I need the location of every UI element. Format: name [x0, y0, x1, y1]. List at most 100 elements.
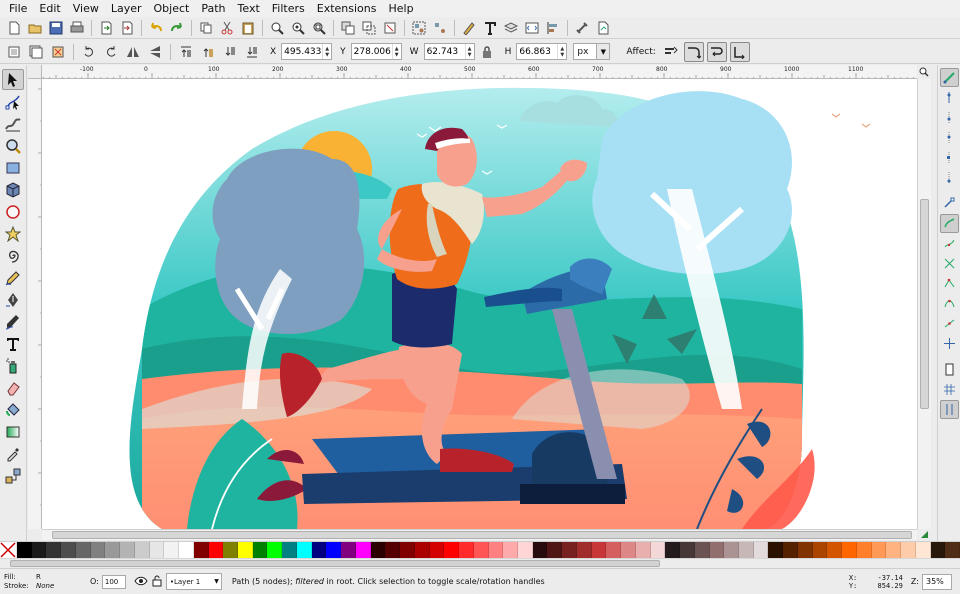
document-properties-icon[interactable]: [593, 18, 613, 38]
redo-icon[interactable]: [167, 18, 187, 38]
palette-swatch[interactable]: [827, 542, 843, 558]
palette-swatch[interactable]: [164, 542, 180, 558]
palette-swatch[interactable]: [680, 542, 695, 558]
palette-swatch[interactable]: [75, 542, 91, 558]
menu-edit[interactable]: Edit: [33, 0, 66, 17]
palette-swatch[interactable]: [606, 542, 622, 558]
snap-nodes-icon[interactable]: [939, 214, 959, 233]
palette-scrollbar[interactable]: [0, 558, 960, 568]
y-input[interactable]: [351, 44, 392, 59]
w-input[interactable]: [424, 44, 465, 59]
fill-stroke-indicator[interactable]: Fill: R Stroke: None: [0, 573, 80, 590]
scale-corners-button[interactable]: [683, 41, 704, 62]
palette-swatch[interactable]: [444, 542, 460, 558]
palette-swatch[interactable]: [90, 542, 106, 558]
x-input[interactable]: [282, 44, 323, 59]
layer-lock-icon[interactable]: [152, 575, 162, 589]
select-all-icon[interactable]: [4, 42, 24, 62]
palette-swatch[interactable]: [414, 542, 430, 558]
zoom-drawing-icon[interactable]: [288, 18, 308, 38]
palette-swatch[interactable]: [797, 542, 813, 558]
vertical-scrollbar[interactable]: [917, 79, 931, 529]
bucket-tool-icon[interactable]: [2, 399, 24, 420]
vertical-ruler[interactable]: [28, 79, 42, 529]
palette-swatch[interactable]: [355, 542, 371, 558]
rotate-cw-icon[interactable]: [101, 42, 121, 62]
palette-swatch[interactable]: [488, 542, 504, 558]
palette-swatch[interactable]: [120, 542, 135, 558]
palette-swatch[interactable]: [517, 542, 533, 558]
snap-bbox-icon[interactable]: [940, 88, 959, 107]
snap-paths-icon[interactable]: [940, 234, 959, 253]
palette-swatch[interactable]: [856, 542, 872, 558]
move-patterns-button[interactable]: [729, 41, 750, 62]
palette-swatch[interactable]: [400, 542, 415, 558]
scale-stroke-icon[interactable]: [661, 42, 681, 62]
paste-icon[interactable]: [238, 18, 258, 38]
palette-swatch[interactable]: [562, 542, 577, 558]
align-icon[interactable]: [543, 18, 563, 38]
selector-tool-icon[interactable]: [2, 69, 24, 90]
rectangle-tool-icon[interactable]: [2, 157, 24, 178]
unlink-clone-icon[interactable]: [380, 18, 400, 38]
palette-swatch[interactable]: [149, 542, 165, 558]
save-icon[interactable]: [46, 18, 66, 38]
horizontal-ruler[interactable]: -100 0 100 200 300 400 500 600 700 800 900 1000 1100: [42, 65, 917, 79]
layers-icon[interactable]: [501, 18, 521, 38]
dropper-tool-icon[interactable]: [2, 443, 24, 464]
lock-icon[interactable]: [477, 42, 497, 62]
palette-swatch[interactable]: [385, 542, 401, 558]
snap-bbox-midpoint-icon[interactable]: [940, 148, 959, 167]
snap-smooth-nodes-icon[interactable]: [940, 294, 959, 313]
node-tool-icon[interactable]: [2, 91, 24, 112]
snap-guide-icon[interactable]: [939, 400, 959, 419]
palette-swatch[interactable]: [134, 542, 150, 558]
zoom-page-icon[interactable]: [309, 18, 329, 38]
x-spinner[interactable]: ▲ ▼: [322, 44, 331, 59]
palette-swatch[interactable]: [621, 542, 636, 558]
menu-object[interactable]: Object: [148, 0, 196, 17]
palette-swatch[interactable]: [31, 542, 47, 558]
w-field[interactable]: ▲▼: [423, 43, 475, 60]
lower-icon[interactable]: [220, 42, 240, 62]
zoom-corner-icon[interactable]: [917, 65, 931, 79]
palette-swatch[interactable]: [503, 542, 518, 558]
opacity-input[interactable]: 100: [101, 574, 126, 589]
palette-swatch[interactable]: [901, 542, 916, 558]
flip-horizontal-icon[interactable]: [123, 42, 143, 62]
palette-swatch[interactable]: [709, 542, 725, 558]
snap-grid-icon[interactable]: [940, 380, 959, 399]
fill-value[interactable]: R: [36, 573, 41, 581]
import-icon[interactable]: [96, 18, 116, 38]
palette-swatch[interactable]: [282, 542, 297, 558]
3d-box-tool-icon[interactable]: [2, 179, 24, 200]
palette-swatch[interactable]: [650, 542, 666, 558]
cms-toggle-icon[interactable]: [917, 529, 931, 540]
zoom-tool-icon[interactable]: [2, 135, 24, 156]
snap-line-midpoints-icon[interactable]: [940, 314, 959, 333]
palette-swatch[interactable]: [459, 542, 474, 558]
palette-swatch[interactable]: [576, 542, 592, 558]
palette-swatch[interactable]: [179, 542, 194, 558]
stroke-value[interactable]: None: [36, 582, 54, 590]
flip-vertical-icon[interactable]: [145, 42, 165, 62]
palette-swatch[interactable]: [886, 542, 902, 558]
move-gradients-button[interactable]: [706, 41, 727, 62]
visibility-eye-icon[interactable]: [134, 576, 148, 588]
palette-swatch[interactable]: [208, 542, 224, 558]
palette-swatch[interactable]: [252, 542, 268, 558]
palette-swatch[interactable]: [46, 542, 62, 558]
palette-swatch[interactable]: [724, 542, 739, 558]
text-tool-icon[interactable]: [2, 333, 24, 354]
spray-tool-icon[interactable]: [2, 355, 24, 376]
palette-swatch[interactable]: [341, 542, 356, 558]
snap-page-border-icon[interactable]: [940, 360, 959, 379]
snap-object-midpoints-icon[interactable]: [940, 334, 959, 353]
palette-swatch[interactable]: [370, 542, 386, 558]
pen-tool-icon[interactable]: [2, 289, 24, 310]
connector-tool-icon[interactable]: [2, 465, 24, 486]
raise-to-top-icon[interactable]: [176, 42, 196, 62]
menu-extensions[interactable]: Extensions: [311, 0, 383, 17]
h-input[interactable]: [517, 44, 558, 59]
palette-swatch[interactable]: [783, 542, 798, 558]
